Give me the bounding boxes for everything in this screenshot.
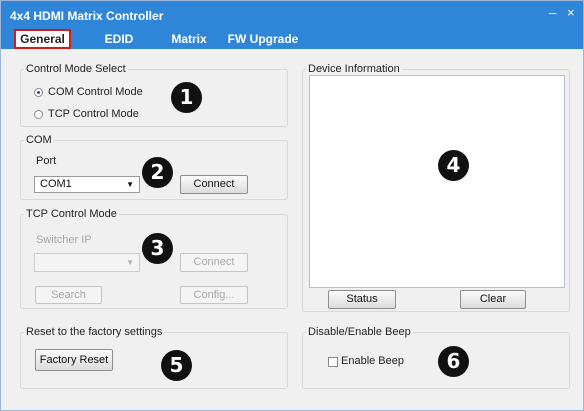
callout-badge-2: 2 (142, 157, 173, 188)
factory-reset-title: Reset to the factory settings (24, 326, 165, 338)
com-mode-label[interactable]: COM Control Mode (48, 86, 143, 98)
clear-button[interactable]: Clear (460, 290, 526, 309)
port-value: COM1 (40, 178, 72, 190)
tcp-connect-button[interactable]: Connect (180, 253, 248, 272)
port-label: Port (36, 155, 57, 167)
tab-matrix[interactable]: Matrix (167, 31, 211, 47)
com-connect-button[interactable]: Connect (180, 175, 248, 194)
chevron-down-icon: ▼ (126, 180, 134, 189)
enable-beep-checkbox[interactable] (328, 357, 338, 367)
port-select[interactable]: COM1 ▼ (34, 176, 140, 193)
tab-fw-upgrade[interactable]: FW Upgrade (225, 31, 301, 47)
enable-beep-label[interactable]: Enable Beep (341, 355, 404, 367)
app-window: 4x4 HDMI Matrix Controller – × General E… (0, 0, 584, 411)
radio-selected-dot (37, 91, 40, 94)
callout-badge-6: 6 (438, 346, 469, 377)
tab-general[interactable]: General (14, 29, 71, 49)
tcp-title: TCP Control Mode (24, 208, 119, 220)
config-button[interactable]: Config... (180, 286, 248, 304)
chevron-down-icon: ▼ (126, 258, 134, 267)
callout-badge-4: 4 (438, 150, 469, 181)
close-button[interactable]: × (567, 5, 575, 20)
com-title: COM (24, 134, 54, 146)
tcp-mode-label[interactable]: TCP Control Mode (48, 108, 139, 120)
tab-bar: General EDID Matrix FW Upgrade (1, 29, 583, 49)
minimize-button[interactable]: – (549, 5, 556, 20)
control-mode-title: Control Mode Select (24, 63, 128, 75)
switcher-ip-label: Switcher IP (36, 234, 92, 246)
beep-title: Disable/Enable Beep (306, 326, 413, 338)
callout-badge-3: 3 (142, 233, 173, 264)
callout-badge-1: 1 (171, 82, 202, 113)
tab-edid[interactable]: EDID (99, 31, 139, 47)
tcp-mode-radio[interactable] (34, 110, 43, 119)
factory-reset-button[interactable]: Factory Reset (35, 349, 113, 371)
status-button[interactable]: Status (328, 290, 396, 309)
com-mode-radio[interactable] (34, 88, 43, 97)
device-info-title: Device Information (306, 63, 402, 75)
switcher-ip-select[interactable]: ▼ (34, 253, 140, 272)
callout-badge-5: 5 (161, 350, 192, 381)
device-info-textbox[interactable] (309, 75, 565, 288)
search-button[interactable]: Search (35, 286, 102, 304)
window-title: 4x4 HDMI Matrix Controller (10, 9, 164, 23)
